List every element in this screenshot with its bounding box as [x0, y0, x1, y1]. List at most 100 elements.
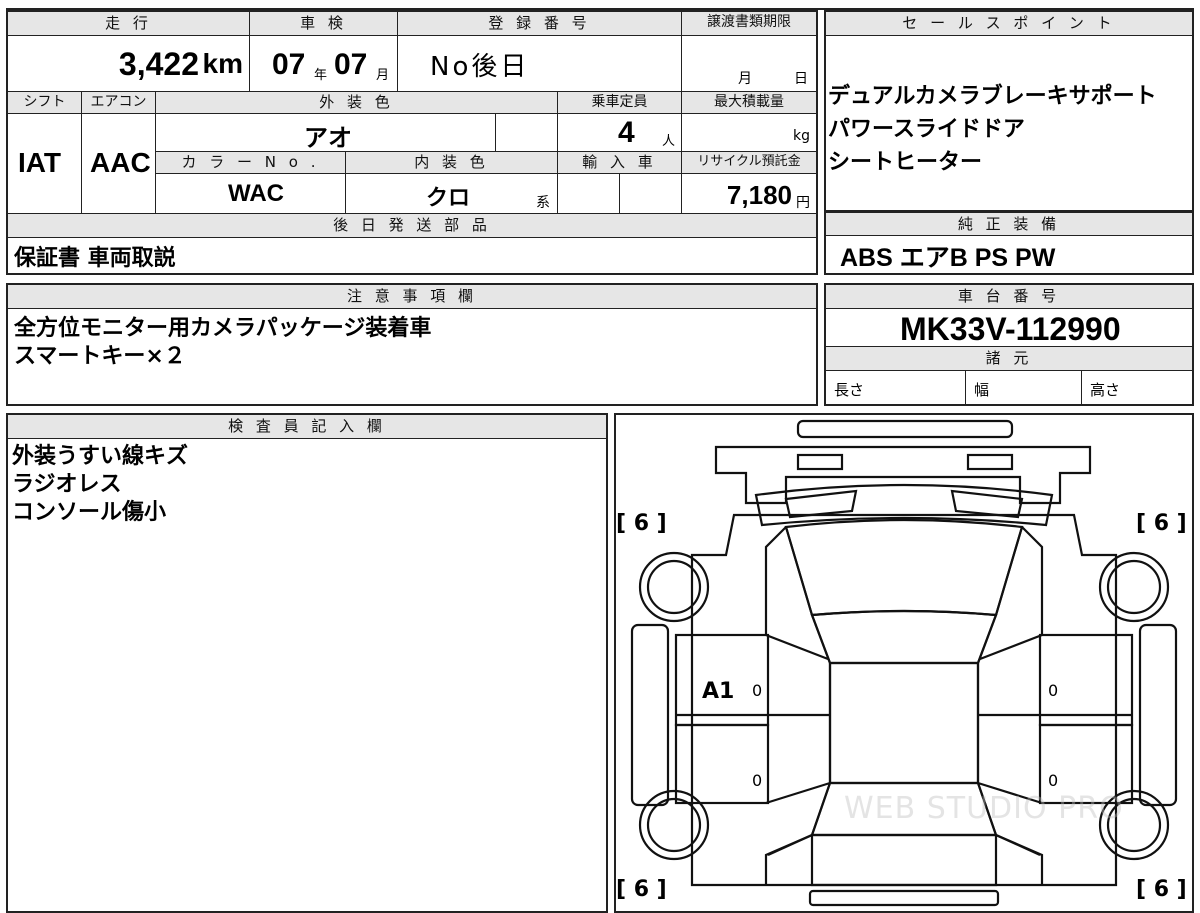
tire-label-top-left: [ 6 ]: [616, 511, 667, 536]
exterior-color-cell: アオ: [156, 114, 496, 152]
recycle-fee-unit: 円: [796, 195, 810, 211]
length-cell: 長さ: [826, 371, 966, 404]
specs-header: 諸 元: [826, 347, 1192, 371]
shift-value: IAT: [18, 147, 62, 178]
exterior-color-header: 外 装 色: [156, 92, 558, 114]
zero-mark-front-left: 0: [752, 681, 763, 700]
tire-front-right: [1098, 551, 1170, 623]
chassis-box: 車 台 番 号 MK33V-112990 諸 元 長さ 幅 高さ: [824, 283, 1194, 406]
standard-equipment-value: ABS エアB PS PW: [840, 244, 1056, 272]
height-label: 高さ: [1090, 381, 1121, 399]
registration-value: No後日: [430, 52, 530, 82]
width-cell: 幅: [966, 371, 1082, 404]
door-front-right: [1038, 633, 1134, 727]
color-no-header: カ ラ ー N o .: [156, 152, 346, 174]
shift-cell: IAT: [8, 114, 82, 214]
roof-top: [810, 609, 998, 665]
headlight-right: [966, 453, 1014, 471]
interior-color-cell: クロ 系: [346, 174, 558, 214]
import-car-cell-b: [620, 174, 682, 214]
registration-cell: No後日: [398, 36, 682, 92]
damage-code-a1: A1: [702, 679, 735, 704]
sill-right: [1138, 623, 1178, 807]
tire-rear-left: [638, 789, 710, 861]
tire-label-top-right: [ 6 ]: [1136, 511, 1187, 536]
rear-panel: [810, 833, 998, 887]
max-load-header: 最大積載量: [682, 92, 816, 114]
zero-mark-rear-right: 0: [1048, 771, 1059, 790]
notes-box: 注 意 事 項 欄 全方位モニター用カメラパッケージ装着車 スマートキー×２: [6, 283, 818, 406]
mileage-unit: km: [202, 48, 243, 79]
deadline-month-char: 月: [738, 71, 752, 87]
transfer-deadline-cell: 月 日: [682, 36, 816, 92]
interior-color-value: クロ: [426, 185, 471, 210]
length-label: 長さ: [834, 381, 865, 399]
chassis-no-header: 車 台 番 号: [826, 285, 1192, 309]
aircon-header: エアコン: [82, 92, 156, 114]
color-no-cell: WAC: [156, 174, 346, 214]
color-no-value: WAC: [228, 180, 284, 207]
front-hood-outline: [714, 445, 1092, 505]
exterior-color-extra-cell: [496, 114, 558, 152]
rear-fender-left: [765, 781, 831, 857]
sill-left: [630, 623, 670, 807]
aircon-value: AAC: [90, 147, 151, 178]
door-rear-left: [674, 723, 770, 805]
rear-bumper-bar: [808, 889, 1000, 907]
standard-equipment-header: 純 正 装 備: [826, 212, 1192, 236]
diagram-watermark: WEB STUDIO PRO: [844, 791, 1124, 826]
aircon-cell: AAC: [82, 114, 156, 214]
mirror-right: [950, 489, 1024, 519]
month-char: 月: [376, 68, 390, 83]
inspection-year: 07: [272, 48, 306, 81]
inspector-header: 検 査 員 記 入 欄: [8, 415, 606, 439]
transfer-deadline-header: 譲渡書類期限: [682, 12, 816, 36]
width-label: 幅: [974, 381, 990, 399]
chassis-no-cell: MK33V-112990: [826, 309, 1192, 347]
height-cell: 高さ: [1082, 371, 1192, 404]
tire-front-left: [638, 551, 710, 623]
interior-color-suffix: 系: [536, 195, 550, 211]
mileage-value: 3,422: [118, 46, 199, 82]
inspection-header: 車 検: [250, 12, 398, 36]
deadline-day-char: 日: [794, 71, 808, 87]
sales-points-header: セ ー ル ス ポ イ ン ト: [826, 12, 1192, 36]
pillar-left: [764, 526, 832, 885]
tire-label-bottom-right: [ 6 ]: [1136, 877, 1187, 902]
vehicle-info-table: 走 行 車 検 登 録 番 号 譲渡書類期限 3,422 km 07 年 07 …: [6, 10, 818, 275]
standard-equipment-box: 純 正 装 備 ABS エアB PS PW: [824, 212, 1194, 275]
capacity-header: 乗車定員: [558, 92, 682, 114]
top-cropped-strip: [6, 0, 1194, 10]
pillar-right: [976, 526, 1044, 885]
later-items-header: 後 日 発 送 部 品: [8, 214, 816, 238]
later-items-value: 保証書 車両取説: [14, 246, 176, 271]
shift-header: シフト: [8, 92, 82, 114]
import-car-cell-a: [558, 174, 620, 214]
zero-mark-front-right: 0: [1048, 681, 1059, 700]
windshield-panel: [784, 518, 1024, 617]
recycle-fee-cell: 7,180 円: [682, 174, 816, 214]
inspection-cell: 07 年 07 月: [250, 36, 398, 92]
car-diagram: [630, 419, 1178, 907]
notes-text: 全方位モニター用カメラパッケージ装着車 スマートキー×２: [14, 316, 432, 369]
front-bumper-bar: [796, 419, 1014, 439]
recycle-fee-header: リサイクル預託金: [682, 152, 816, 174]
registration-header: 登 録 番 号: [398, 12, 682, 36]
mileage-header: 走 行: [8, 12, 250, 36]
exterior-color-value: アオ: [304, 125, 352, 152]
recycle-fee-value: 7,180: [726, 180, 792, 210]
sales-points-box: セ ー ル ス ポ イ ン ト デュアルカメラブレーキサポート パワースライドド…: [824, 10, 1194, 212]
tire-label-bottom-left: [ 6 ]: [616, 877, 667, 902]
chassis-no-value: MK33V-112990: [900, 311, 1121, 347]
notes-header: 注 意 事 項 欄: [8, 285, 816, 309]
capacity-value: 4: [618, 116, 635, 149]
headlight-left: [796, 453, 844, 471]
zero-mark-rear-left: 0: [752, 771, 763, 790]
import-car-header: 輸 入 車: [558, 152, 682, 174]
capacity-cell: 4 人: [558, 114, 682, 152]
mileage-cell: 3,422 km: [8, 36, 250, 92]
year-char: 年: [314, 68, 328, 83]
body-outline: [690, 513, 1118, 887]
max-load-cell: kg: [682, 114, 816, 152]
inspector-box: 検 査 員 記 入 欄 外装うすい線キズ ラジオレス コンソール傷小: [6, 413, 608, 913]
